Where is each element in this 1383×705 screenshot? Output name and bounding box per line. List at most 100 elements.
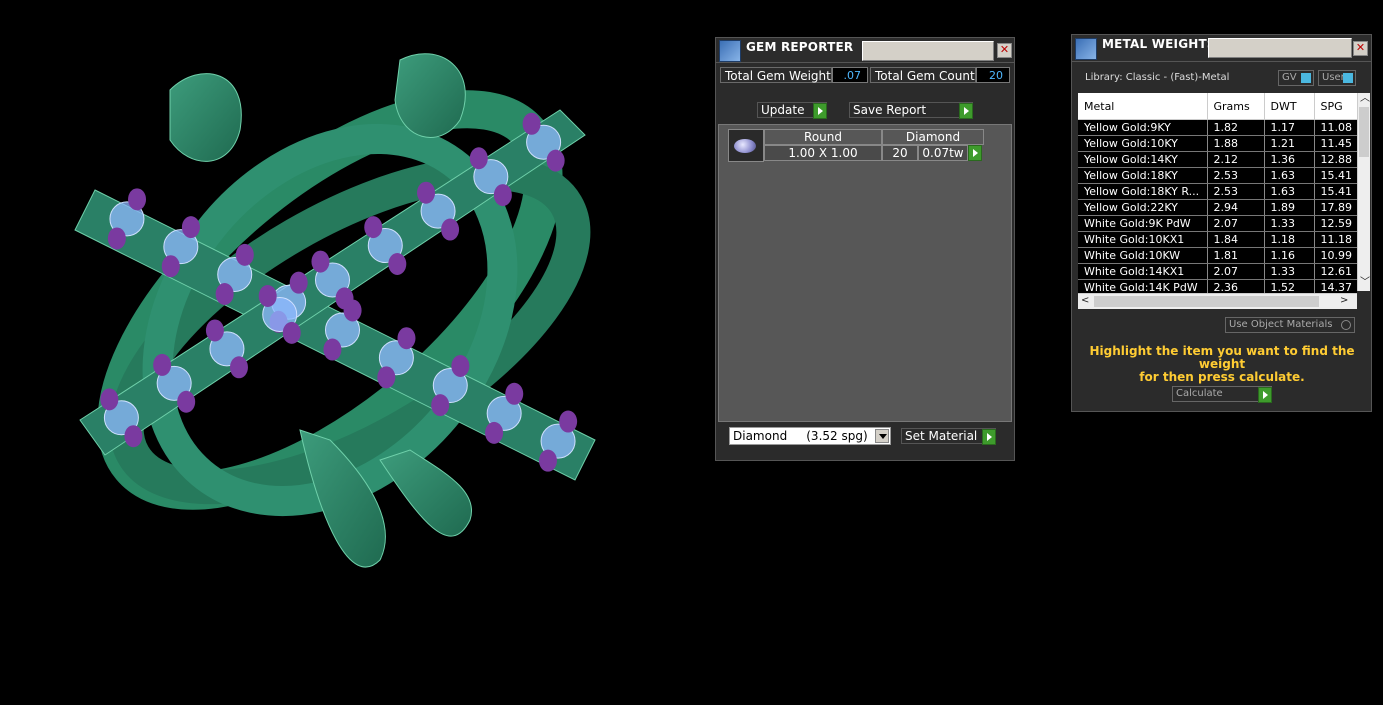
metal-weights-title: METAL WEIGHTS [1102, 37, 1216, 51]
table-row[interactable]: Yellow Gold:14KY 2.12 1.36 12.88 [1078, 151, 1357, 168]
metal-table[interactable]: Metal Grams DWT SPG Yellow Gold:9KY 1.82 1.17… [1078, 93, 1357, 309]
gem-reporter-titlebar[interactable]: GEM REPORTER ✕ [716, 38, 1014, 63]
play-icon [813, 103, 827, 119]
table-row[interactable]: Yellow Gold:9KY 1.82 1.17 11.08 [1078, 119, 1357, 136]
prong [559, 410, 578, 433]
prong [417, 181, 436, 204]
prong [107, 227, 126, 250]
table-cell: 1.84 [1207, 231, 1265, 248]
gem-details-play-icon[interactable] [968, 145, 982, 161]
save-report-button[interactable]: Save Report [849, 102, 973, 119]
prong [311, 250, 330, 273]
prong [431, 394, 450, 417]
play-icon [959, 103, 973, 119]
table-cell: 1.18 [1264, 231, 1315, 248]
prong [493, 184, 512, 207]
update-button[interactable]: Update [757, 102, 827, 119]
gem-material: Diamond [882, 129, 984, 145]
table-cell: White Gold:10KW [1078, 247, 1208, 264]
3d-viewport[interactable] [0, 0, 700, 705]
prong [546, 149, 565, 172]
metal-weights-titlebar[interactable]: METAL WEIGHTS ✕ [1072, 35, 1371, 62]
table-row[interactable]: White Gold:14KX1 2.07 1.33 12.61 [1078, 263, 1357, 280]
table-cell: 12.88 [1314, 151, 1357, 168]
prong [100, 388, 119, 411]
use-object-materials-label: Use Object Materials [1229, 319, 1333, 330]
chevron-left-icon[interactable]: < [1081, 295, 1089, 307]
prong [505, 382, 524, 405]
prong [205, 319, 224, 342]
prong [335, 287, 354, 310]
chevron-up-icon[interactable]: ︿ [1360, 93, 1370, 105]
prong [441, 218, 460, 241]
gem-reporter-window: GEM REPORTER ✕ Total Gem Weight .07 Tota… [715, 37, 1015, 461]
horizontal-scrollbar[interactable]: < > [1078, 293, 1357, 309]
prong [451, 355, 470, 378]
gem-shape: Round [764, 129, 882, 145]
total-gem-count-value: 20 [976, 67, 1010, 83]
table-cell: 15.41 [1314, 183, 1357, 200]
total-gem-count-label: Total Gem Count [870, 67, 976, 83]
table-cell: Yellow Gold:10KY [1078, 135, 1208, 152]
play-icon [1258, 387, 1272, 403]
prong [258, 285, 277, 308]
table-cell: 1.89 [1264, 199, 1315, 216]
table-cell: Yellow Gold:9KY [1078, 119, 1208, 136]
gem-size: 1.00 X 1.00 [764, 145, 882, 161]
column-header[interactable]: SPG [1314, 93, 1357, 120]
scroll-thumb[interactable] [1094, 296, 1319, 307]
table-row[interactable]: Yellow Gold:22KY 2.94 1.89 17.89 [1078, 199, 1357, 216]
gv-toggle[interactable]: GV [1278, 70, 1314, 86]
table-cell: 1.17 [1264, 119, 1315, 136]
table-row[interactable]: White Gold:10KX1 1.84 1.18 11.18 [1078, 231, 1357, 248]
prong [364, 216, 383, 239]
prong [153, 353, 172, 376]
prong [323, 338, 342, 361]
prong [229, 356, 248, 379]
chevron-down-icon[interactable]: ﹀ [1360, 277, 1370, 289]
prong [181, 216, 200, 239]
table-cell: 1.21 [1264, 135, 1315, 152]
prong [128, 188, 147, 211]
prong [377, 366, 396, 389]
table-cell: 11.45 [1314, 135, 1357, 152]
vertical-scrollbar[interactable]: ︿ ﹀ [1357, 93, 1370, 291]
gem-list-panel: Round Diamond 1.00 X 1.00 20 0.07tw [718, 124, 1012, 422]
use-object-materials-option[interactable]: Use Object Materials [1225, 317, 1355, 333]
table-row[interactable]: White Gold:10KW 1.81 1.16 10.99 [1078, 247, 1357, 264]
set-material-button[interactable]: Set Material [901, 428, 996, 445]
table-cell: 15.41 [1314, 167, 1357, 184]
user-toggle[interactable]: User [1318, 70, 1356, 86]
calculate-button[interactable]: Calculate [1172, 386, 1272, 403]
chevron-down-icon[interactable] [875, 429, 889, 443]
close-icon[interactable]: ✕ [1353, 41, 1368, 56]
table-cell: 1.88 [1207, 135, 1265, 152]
column-header[interactable]: DWT [1264, 93, 1315, 120]
table-cell: 11.18 [1314, 231, 1357, 248]
table-cell: 12.61 [1314, 263, 1357, 280]
table-cell: 1.82 [1207, 119, 1265, 136]
material-select[interactable]: Diamond (3.52 spg) [729, 427, 891, 445]
calculate-button-label: Calculate [1176, 388, 1223, 399]
table-row[interactable]: White Gold:9K PdW 2.07 1.33 12.59 [1078, 215, 1357, 232]
table-row[interactable]: Yellow Gold:18KY R... 2.53 1.63 15.41 [1078, 183, 1357, 200]
column-header[interactable]: Metal [1078, 93, 1208, 120]
table-cell: Yellow Gold:14KY [1078, 151, 1208, 168]
table-row[interactable]: Yellow Gold:18KY 2.53 1.63 15.41 [1078, 167, 1357, 184]
close-icon[interactable]: ✕ [997, 43, 1012, 58]
column-header[interactable]: Grams [1207, 93, 1265, 120]
chevron-right-icon[interactable]: > [1340, 295, 1348, 307]
prong [522, 112, 541, 135]
table-row[interactable]: Yellow Gold:10KY 1.88 1.21 11.45 [1078, 135, 1357, 152]
prong [177, 390, 196, 413]
gem-reporter-title: GEM REPORTER [746, 40, 854, 54]
set-material-button-label: Set Material [905, 429, 978, 443]
gem-list-item[interactable]: Round Diamond 1.00 X 1.00 20 0.07tw [728, 129, 986, 162]
table-cell: Yellow Gold:18KY [1078, 167, 1208, 184]
table-cell: 2.53 [1207, 167, 1265, 184]
scroll-thumb[interactable] [1359, 107, 1369, 157]
table-cell: 2.07 [1207, 263, 1265, 280]
table-cell: Yellow Gold:18KY R... [1078, 183, 1208, 200]
round-gem-thumbnail [728, 129, 764, 162]
table-cell: 17.89 [1314, 199, 1357, 216]
